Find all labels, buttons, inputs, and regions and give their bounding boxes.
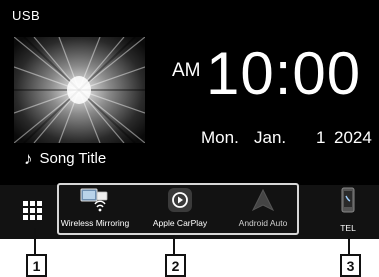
apple-carplay-button[interactable]: Apple CarPlay [144, 186, 216, 233]
date-year: 2024 [334, 128, 372, 147]
callout-1: 1 [26, 254, 47, 277]
wireless-mirroring-label: Wireless Mirroring [60, 218, 130, 228]
android-auto-icon [250, 186, 276, 214]
album-art-image [14, 37, 145, 143]
phone-icon [339, 186, 357, 219]
music-note-icon: ♪ [24, 149, 33, 168]
callout-2: 2 [165, 254, 186, 277]
clock-time: 10:00 [206, 40, 362, 107]
tel-button[interactable]: TEL [328, 186, 368, 233]
carplay-icon [166, 186, 194, 214]
wireless-mirroring-button[interactable]: Wireless Mirroring [60, 186, 130, 233]
date-day: 1 [316, 128, 326, 147]
date-weekday: Mon. [201, 128, 239, 147]
callout-leader-2 [173, 235, 175, 254]
android-auto-button[interactable]: Android Auto [228, 186, 298, 233]
clock-period: AM [172, 60, 201, 81]
album-art[interactable] [14, 37, 145, 143]
callout-leader-3 [348, 233, 350, 254]
grid-menu-icon [22, 200, 42, 220]
callout-3: 3 [340, 254, 361, 277]
callout-leader-1 [34, 228, 36, 254]
android-auto-label: Android Auto [238, 218, 288, 228]
apple-carplay-label: Apple CarPlay [152, 218, 208, 228]
wireless-mirroring-icon [77, 186, 113, 214]
source-label[interactable]: USB [12, 8, 40, 23]
menu-button[interactable] [14, 192, 50, 228]
date-month: Jan. [254, 128, 287, 147]
song-title: Song Title [39, 150, 107, 167]
tel-label: TEL [340, 223, 356, 233]
song-title-row: ♪ Song Title [24, 150, 106, 167]
